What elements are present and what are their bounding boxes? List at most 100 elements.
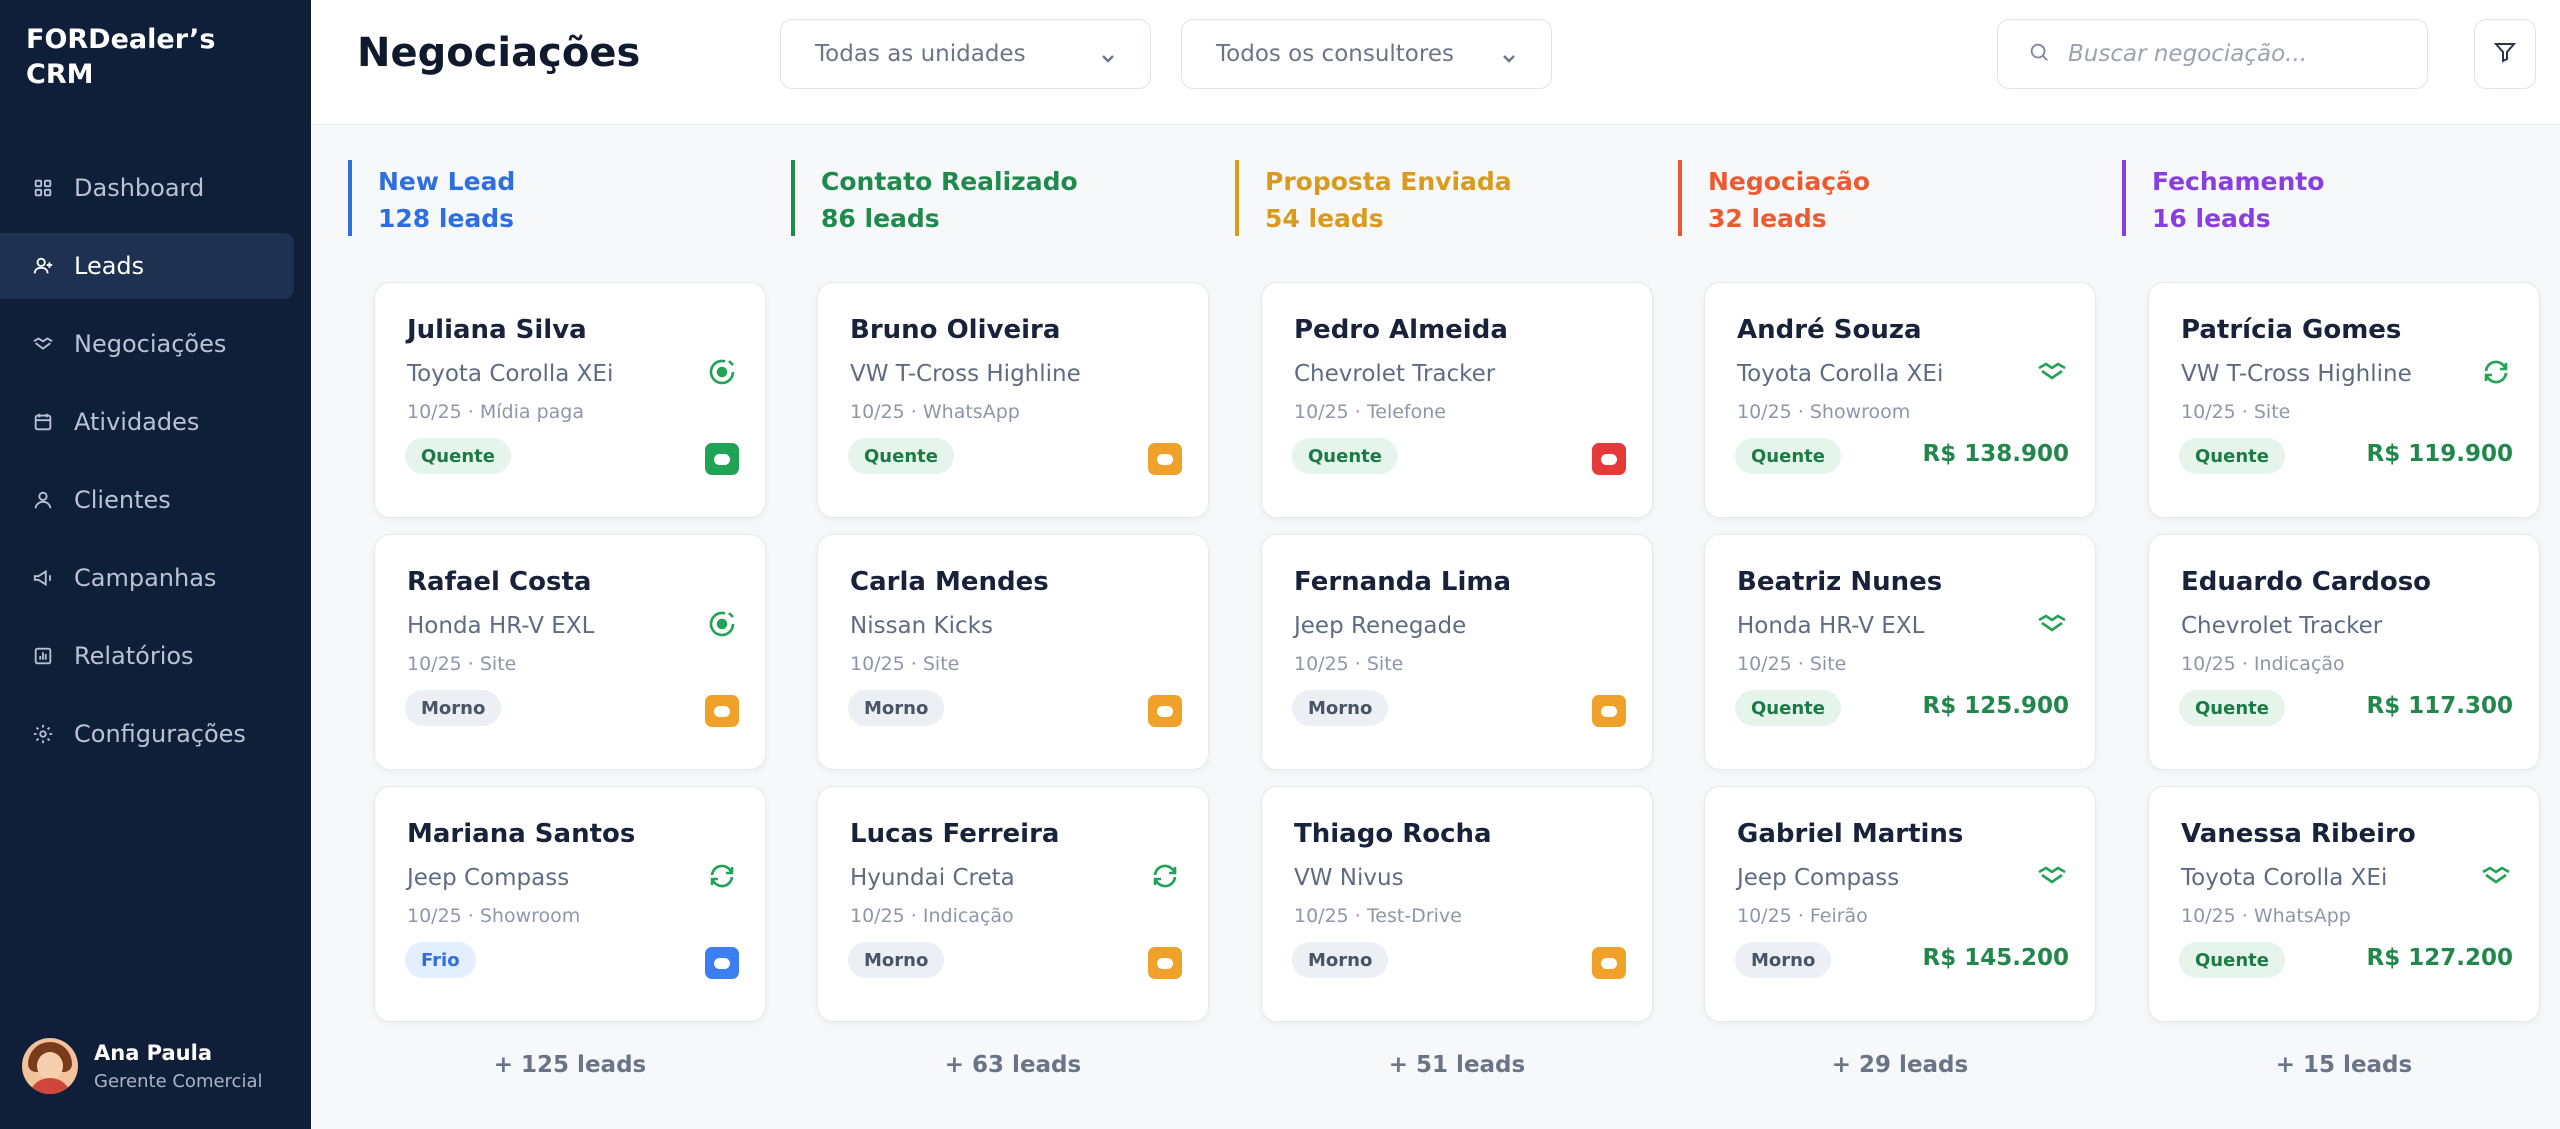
more-leads-link[interactable]: + 125 leads xyxy=(374,1052,766,1078)
lead-card[interactable]: Beatriz Nunes Honda HR-V EXL 10/25 · Site Q… xyxy=(1704,534,2096,770)
temperature-badge: Quente xyxy=(848,438,954,474)
filter-button[interactable] xyxy=(2474,19,2536,89)
lead-name: Fernanda Lima xyxy=(1294,567,1512,597)
deal-value: R$ 125.900 xyxy=(1922,693,2069,719)
lead-vehicle: Honda HR-V EXL xyxy=(1737,613,1925,639)
search-input[interactable] xyxy=(2068,41,2408,67)
column-header: Contato Realizado 86 leads xyxy=(791,160,1209,236)
handshake-icon xyxy=(2035,607,2069,641)
lead-name: Pedro Almeida xyxy=(1294,315,1508,345)
units-select[interactable]: Todas as unidades xyxy=(780,19,1151,89)
lead-card[interactable]: Lucas Ferreira Hyundai Creta 10/25 · Indic… xyxy=(817,786,1209,1022)
sidebar-item-leads[interactable]: Leads xyxy=(0,233,294,299)
temperature-badge: Quente xyxy=(2179,690,2285,726)
lead-card[interactable]: Carla Mendes Nissan Kicks 10/25 · Site Morn… xyxy=(817,534,1209,770)
column-count: 32 leads xyxy=(1708,204,1827,233)
lead-vehicle: Hyundai Creta xyxy=(850,865,1015,891)
deal-value: R$ 119.900 xyxy=(2366,441,2513,467)
column-header: Fechamento 16 leads xyxy=(2122,160,2540,236)
lead-card[interactable]: Bruno Oliveira VW T-Cross Highline 10/25 ·… xyxy=(817,282,1209,518)
lead-vehicle: Toyota Corolla XEi xyxy=(407,361,614,387)
sidebar: FORDealer’s CRM Dashboard Leads Negociaçõe… xyxy=(0,0,311,1129)
lead-vehicle: VW T-Cross Highline xyxy=(2181,361,2412,387)
sidebar-item-dashboard[interactable]: Dashboard xyxy=(0,155,311,221)
more-leads-link[interactable]: + 51 leads xyxy=(1261,1052,1653,1078)
top-header: Negociações Todas as unidades Todos os c… xyxy=(311,0,2560,125)
lead-name: André Souza xyxy=(1737,315,1922,345)
chat-icon[interactable] xyxy=(1592,443,1626,475)
lead-meta: 10/25 · Showroom xyxy=(1737,401,1911,423)
search-box[interactable] xyxy=(1997,19,2428,89)
sidebar-item-atividades[interactable]: Atividades xyxy=(0,389,311,455)
lead-name: Beatriz Nunes xyxy=(1737,567,1943,597)
column-count: 54 leads xyxy=(1265,204,1384,233)
lead-name: Bruno Oliveira xyxy=(850,315,1061,345)
chat-icon[interactable] xyxy=(705,947,739,979)
temperature-badge: Quente xyxy=(2179,942,2285,978)
units-select-value: Todas as unidades xyxy=(815,41,1026,67)
chat-icon[interactable] xyxy=(705,695,739,727)
lead-card[interactable]: Fernanda Lima Jeep Renegade 10/25 · Site Mo… xyxy=(1261,534,1653,770)
deal-value: R$ 138.900 xyxy=(1922,441,2069,467)
megaphone-icon xyxy=(32,567,54,589)
lead-name: Patrícia Gomes xyxy=(2181,315,2402,345)
page-title: Negociações xyxy=(357,30,641,76)
lead-card[interactable]: Vanessa Ribeiro Toyota Corolla XEi 10/25 ·… xyxy=(2148,786,2540,1022)
lead-card[interactable]: Rafael Costa Honda HR-V EXL 10/25 · Site Mo… xyxy=(374,534,766,770)
sidebar-nav: Dashboard Leads Negociações Atividades Clien… xyxy=(0,155,311,779)
consultants-select[interactable]: Todos os consultores xyxy=(1181,19,1552,89)
column-header: New Lead 128 leads xyxy=(348,160,766,236)
chat-icon[interactable] xyxy=(1592,947,1626,979)
more-leads-link[interactable]: + 29 leads xyxy=(1704,1052,2096,1078)
handshake-icon xyxy=(2479,859,2513,893)
lead-card[interactable]: Gabriel Martins Jeep Compass 10/25 · Feirã… xyxy=(1704,786,2096,1022)
lead-name: Mariana Santos xyxy=(407,819,636,849)
column-count: 128 leads xyxy=(378,204,515,233)
lead-meta: 10/25 · WhatsApp xyxy=(2181,905,2351,927)
sidebar-item-relatorios[interactable]: Relatórios xyxy=(0,623,311,689)
chat-icon[interactable] xyxy=(1148,947,1182,979)
column-title: Contato Realizado xyxy=(821,167,1078,196)
grid-icon xyxy=(32,177,54,199)
lead-card[interactable]: Thiago Rocha VW Nivus 10/25 · Test-Drive Mo… xyxy=(1261,786,1653,1022)
lead-card[interactable]: Pedro Almeida Chevrolet Tracker 10/25 · Te… xyxy=(1261,282,1653,518)
chat-icon[interactable] xyxy=(1148,443,1182,475)
temperature-badge: Morno xyxy=(1292,942,1389,978)
sidebar-item-campanhas[interactable]: Campanhas xyxy=(0,545,311,611)
user-name: Ana Paula xyxy=(94,1040,213,1065)
lead-card[interactable]: Juliana Silva Toyota Corolla XEi 10/25 · M… xyxy=(374,282,766,518)
avatar xyxy=(22,1038,78,1094)
lead-meta: 10/25 · Site xyxy=(850,653,960,675)
chat-icon[interactable] xyxy=(1148,695,1182,727)
sidebar-item-clientes[interactable]: Clientes xyxy=(0,467,311,533)
refresh-icon xyxy=(1148,859,1182,893)
lead-name: Eduardo Cardoso xyxy=(2181,567,2432,597)
sidebar-item-label: Clientes xyxy=(74,486,171,514)
lead-name: Carla Mendes xyxy=(850,567,1049,597)
lead-vehicle: Jeep Compass xyxy=(407,865,570,891)
lead-vehicle: Chevrolet Tracker xyxy=(2181,613,2383,639)
chevron-down-icon xyxy=(1501,46,1517,63)
lead-card[interactable]: Mariana Santos Jeep Compass 10/25 · Showro… xyxy=(374,786,766,1022)
refresh-icon xyxy=(705,859,739,893)
more-leads-link[interactable]: + 63 leads xyxy=(817,1052,1209,1078)
lead-card[interactable]: Eduardo Cardoso Chevrolet Tracker 10/25 · … xyxy=(2148,534,2540,770)
lead-vehicle: Honda HR-V EXL xyxy=(407,613,595,639)
sidebar-item-label: Campanhas xyxy=(74,564,217,592)
deal-value: R$ 117.300 xyxy=(2366,693,2513,719)
more-leads-link[interactable]: + 15 leads xyxy=(2148,1052,2540,1078)
lead-vehicle: Jeep Renegade xyxy=(1294,613,1467,639)
chat-icon[interactable] xyxy=(705,443,739,475)
temperature-badge: Morno xyxy=(848,690,945,726)
user-profile[interactable]: Ana Paula Gerente Comercial xyxy=(22,1038,263,1094)
sidebar-item-configuracoes[interactable]: Configurações xyxy=(0,701,311,767)
lead-card[interactable]: Patrícia Gomes VW T-Cross Highline 10/25 ·… xyxy=(2148,282,2540,518)
search-icon xyxy=(2028,41,2068,67)
temperature-badge: Morno xyxy=(1292,690,1389,726)
temperature-badge: Quente xyxy=(1292,438,1398,474)
chat-icon[interactable] xyxy=(1592,695,1626,727)
lead-card[interactable]: André Souza Toyota Corolla XEi 10/25 · Sho… xyxy=(1704,282,2096,518)
sidebar-item-negociacoes[interactable]: Negociações xyxy=(0,311,311,377)
lead-meta: 10/25 · Showroom xyxy=(407,905,581,927)
lead-meta: 10/25 · Mídia paga xyxy=(407,401,584,423)
